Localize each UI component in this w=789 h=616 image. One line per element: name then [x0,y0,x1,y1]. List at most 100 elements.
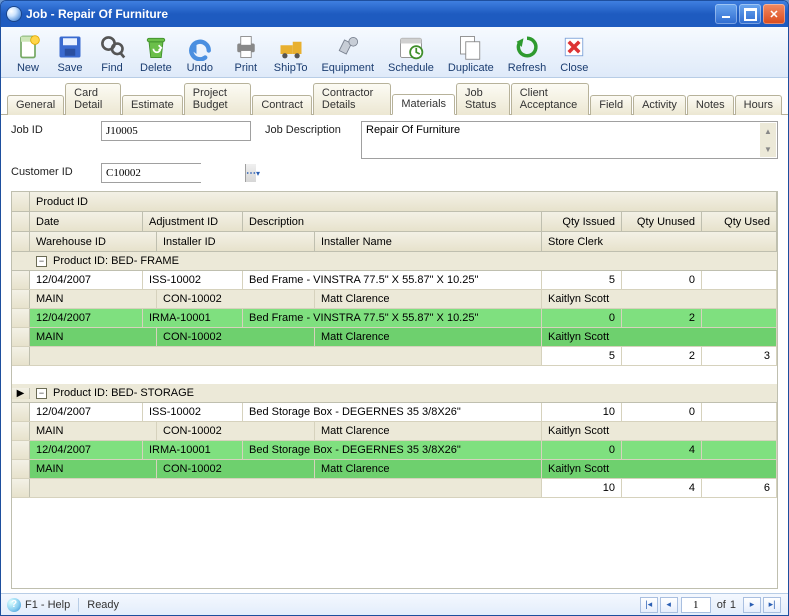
cell-date[interactable]: 12/04/2007 [30,441,143,459]
cell-description[interactable]: Bed Storage Box - DEGERNES 35 3/8X26" [243,441,542,459]
cell-date[interactable]: 12/04/2007 [30,403,143,421]
data-row[interactable]: MAIN CON-10002 Matt Clarence Kaitlyn Sco… [12,328,777,347]
cell-store-clerk[interactable]: Kaitlyn Scott [542,422,777,440]
cell-description[interactable]: Bed Storage Box - DEGERNES 35 3/8X26" [243,403,542,421]
col-installer-id[interactable]: Installer ID [157,232,315,251]
tab-contractor-details[interactable]: Contractor Details [313,83,391,115]
cell-warehouse-id[interactable]: MAIN [30,290,157,308]
grid-body[interactable]: − Product ID: BED- FRAME 12/04/2007 ISS-… [12,252,777,588]
col-qty-unused[interactable]: Qty Unused [622,212,702,231]
page-first-button[interactable]: |◂ [640,597,658,613]
col-date[interactable]: Date [30,212,143,231]
cell-qty-used[interactable] [702,403,777,421]
titlebar[interactable]: Job - Repair Of Furniture [1,1,788,27]
shipto-button[interactable]: ShipTo [267,30,315,76]
cell-warehouse-id[interactable]: MAIN [30,328,157,346]
cell-adjustment-id[interactable]: ISS-10002 [143,403,243,421]
cell-description[interactable]: Bed Frame - VINSTRA 77.5" X 55.87" X 10.… [243,309,542,327]
col-adjustment-id[interactable]: Adjustment ID [143,212,243,231]
window-maximize-button[interactable] [739,4,761,24]
cell-store-clerk[interactable]: Kaitlyn Scott [542,460,777,478]
cell-installer-name[interactable]: Matt Clarence [315,460,542,478]
cell-qty-issued[interactable]: 5 [542,271,622,289]
status-help[interactable]: F1 - Help [25,599,70,611]
cell-warehouse-id[interactable]: MAIN [30,422,157,440]
tab-notes[interactable]: Notes [687,95,734,115]
cell-date[interactable]: 12/04/2007 [30,309,143,327]
find-button[interactable]: Find [91,30,133,76]
delete-button[interactable]: Delete [133,30,179,76]
customer-id-dropdown-button[interactable]: ▾ [256,164,260,182]
col-qty-used[interactable]: Qty Used [702,212,777,231]
cell-qty-unused[interactable]: 0 [622,403,702,421]
tab-materials[interactable]: Materials [392,94,455,115]
undo-button[interactable]: Undo [179,30,221,76]
col-product-id[interactable]: Product ID [30,192,777,211]
cell-installer-name[interactable]: Matt Clarence [315,328,542,346]
data-row[interactable]: MAIN CON-10002 Matt Clarence Kaitlyn Sco… [12,290,777,309]
cell-description[interactable]: Bed Frame - VINSTRA 77.5" X 55.87" X 10.… [243,271,542,289]
customer-id-combo[interactable]: ⋯ ▾ [101,163,201,183]
materials-grid[interactable]: Product ID Date Adjustment ID Descriptio… [11,191,778,589]
refresh-button[interactable]: Refresh [501,30,554,76]
group-header[interactable]: − Product ID: BED- FRAME [12,252,777,271]
tab-activity[interactable]: Activity [633,95,686,115]
tab-contract[interactable]: Contract [252,95,312,115]
col-store-clerk[interactable]: Store Clerk [542,232,777,251]
cell-installer-id[interactable]: CON-10002 [157,460,315,478]
job-id-input[interactable] [101,121,251,141]
cell-qty-unused[interactable]: 4 [622,441,702,459]
tab-job-status[interactable]: Job Status [456,83,510,115]
window-close-button[interactable] [763,4,785,24]
equipment-button[interactable]: Equipment [314,30,381,76]
help-icon[interactable]: ? [7,598,21,612]
cell-installer-id[interactable]: CON-10002 [157,328,315,346]
cell-qty-issued[interactable]: 10 [542,403,622,421]
cell-date[interactable]: 12/04/2007 [30,271,143,289]
scroll-down-icon[interactable]: ▼ [760,141,776,157]
window-minimize-button[interactable] [715,4,737,24]
tab-project-budget[interactable]: Project Budget [184,83,252,115]
cell-adjustment-id[interactable]: ISS-10002 [143,271,243,289]
tab-field[interactable]: Field [590,95,632,115]
close-button[interactable]: Close [553,30,595,76]
page-prev-button[interactable]: ◂ [660,597,678,613]
cell-qty-unused[interactable]: 0 [622,271,702,289]
tab-client-acceptance[interactable]: Client Acceptance [511,83,590,115]
cell-qty-used[interactable] [702,271,777,289]
cell-adjustment-id[interactable]: IRMA-10001 [143,441,243,459]
new-button[interactable]: New [7,30,49,76]
cell-qty-used[interactable] [702,441,777,459]
tab-card-detail[interactable]: Card Detail [65,83,121,115]
cell-qty-issued[interactable]: 0 [542,309,622,327]
data-row[interactable]: 12/04/2007 ISS-10002 Bed Frame - VINSTRA… [12,271,777,290]
duplicate-button[interactable]: Duplicate [441,30,501,76]
job-description-scrollbar[interactable]: ▲ ▼ [760,123,776,157]
cell-installer-id[interactable]: CON-10002 [157,422,315,440]
cell-store-clerk[interactable]: Kaitlyn Scott [542,328,777,346]
tab-general[interactable]: General [7,95,64,115]
tab-estimate[interactable]: Estimate [122,95,183,115]
page-number-input[interactable] [681,597,711,613]
col-warehouse-id[interactable]: Warehouse ID [30,232,157,251]
data-row[interactable]: MAIN CON-10002 Matt Clarence Kaitlyn Sco… [12,460,777,479]
group-toggle-icon[interactable]: − [36,256,47,267]
group-toggle-icon[interactable]: − [36,388,47,399]
cell-qty-unused[interactable]: 2 [622,309,702,327]
cell-qty-used[interactable] [702,309,777,327]
cell-qty-issued[interactable]: 0 [542,441,622,459]
save-button[interactable]: Save [49,30,91,76]
page-next-button[interactable]: ▸ [743,597,761,613]
tab-hours[interactable]: Hours [735,95,782,115]
cell-store-clerk[interactable]: Kaitlyn Scott [542,290,777,308]
cell-installer-id[interactable]: CON-10002 [157,290,315,308]
col-qty-issued[interactable]: Qty Issued [542,212,622,231]
data-row[interactable]: MAIN CON-10002 Matt Clarence Kaitlyn Sco… [12,422,777,441]
schedule-button[interactable]: Schedule [381,30,441,76]
job-description-input[interactable]: Repair Of Furniture ▲ ▼ [361,121,778,159]
data-row[interactable]: 12/04/2007 IRMA-10001 Bed Frame - VINSTR… [12,309,777,328]
scroll-up-icon[interactable]: ▲ [760,123,776,139]
customer-id-input[interactable] [102,164,245,182]
customer-id-lookup-button[interactable]: ⋯ [245,164,256,182]
cell-warehouse-id[interactable]: MAIN [30,460,157,478]
